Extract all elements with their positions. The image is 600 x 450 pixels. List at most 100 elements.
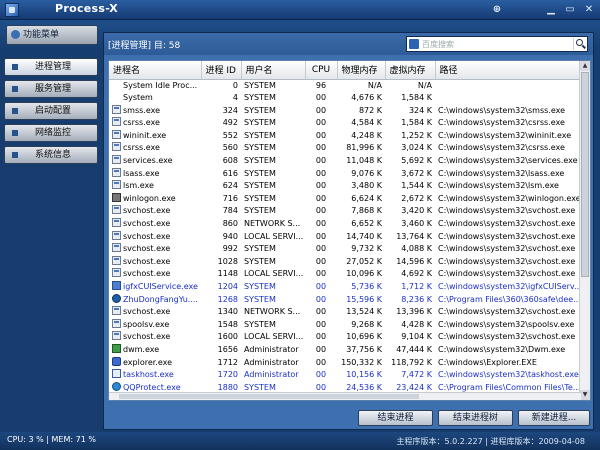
cell-vmem: 9,104 K xyxy=(401,332,432,342)
close-icon[interactable]: ✕ xyxy=(582,4,596,16)
cell-vmem: 47,444 K xyxy=(396,344,432,354)
search-icon[interactable] xyxy=(573,38,586,50)
cell-user: LOCAL SERVI... xyxy=(244,231,304,241)
horizontal-scrollbar[interactable] xyxy=(109,392,581,400)
table-row[interactable]: winlogon.exe 716 SYSTEM 00 6,624 K 2,672 K C:\… xyxy=(109,192,581,206)
table-row[interactable]: svchost.exe 940 LOCAL SERVI... 00 14,740 K 13… xyxy=(109,230,581,244)
hscroll-thumb[interactable] xyxy=(119,394,419,399)
vertical-scrollbar[interactable]: ▲ ▼ xyxy=(579,61,590,400)
col-header-user[interactable]: 用户名 xyxy=(241,61,306,80)
col-header-mem[interactable]: 物理内存 xyxy=(337,61,386,80)
scroll-down-icon[interactable]: ▼ xyxy=(580,390,590,400)
table-row[interactable]: ZhuDongFangYu.... 1268 SYSTEM 00 15,596 K 8,2… xyxy=(109,293,581,307)
cell-user: SYSTEM xyxy=(244,206,276,216)
col-header-name[interactable]: 进程名 xyxy=(109,61,202,80)
cell-cpu: 00 xyxy=(315,93,327,103)
cell-vmem: 8,236 K xyxy=(401,294,432,304)
table-row[interactable]: svchost.exe 1340 NETWORK S... 00 13,524 K 13,… xyxy=(109,306,581,319)
table-row[interactable]: dwm.exe 1656 Administrator 00 37,756 K 47,444… xyxy=(109,343,581,357)
table-row[interactable]: taskhost.exe 1720 Administrator 00 10,156 K 7… xyxy=(109,369,581,382)
col-header-vmem[interactable]: 虚拟内存 xyxy=(385,61,436,80)
process-name: lsass.exe xyxy=(123,168,160,178)
cell-cpu: 00 xyxy=(315,269,327,279)
cell-mem: 6,652 K xyxy=(351,219,382,229)
cell-vmem: 118,792 K xyxy=(391,357,432,367)
scroll-thumb[interactable] xyxy=(581,72,589,277)
table-row[interactable]: csrss.exe 492 SYSTEM 00 4,584 K 1,584 K C:\win… xyxy=(109,117,581,130)
end-process-button[interactable]: 结束进程 xyxy=(358,410,433,426)
cell-pid: 560 xyxy=(222,143,238,153)
cell-vmem: 4,428 K xyxy=(401,319,432,329)
col-header-path[interactable]: 路径 xyxy=(435,61,582,80)
square-icon xyxy=(12,152,18,158)
table-row[interactable]: spoolsv.exe 1548 SYSTEM 00 9,268 K 4,428 K C:\… xyxy=(109,318,581,332)
cell-pid: 1548 xyxy=(217,319,238,329)
sidebar-item-startup[interactable]: 启动配置 xyxy=(4,102,98,120)
end-process-tree-button[interactable]: 结束进程树 xyxy=(438,410,513,426)
cell-vmem: 1,544 K xyxy=(401,181,432,191)
cell-cpu: 00 xyxy=(315,181,327,191)
col-header-cpu[interactable]: CPU xyxy=(305,61,338,80)
function-menu-label: 功能菜单 xyxy=(23,30,60,40)
cell-vmem: 3,024 K xyxy=(401,143,432,153)
table-row[interactable]: igfxCUIService.exe 1204 SYSTEM 00 5,736 K 1,7… xyxy=(109,281,581,294)
table-row[interactable]: svchost.exe 1028 SYSTEM 00 27,052 K 14,596 K C… xyxy=(109,255,581,269)
exe-process-icon xyxy=(112,142,121,152)
table-row[interactable]: explorer.exe 1712 Administrator 00 150,332 K… xyxy=(109,356,581,370)
sidebar-item-network[interactable]: 网络监控 xyxy=(4,124,98,142)
search-input[interactable]: 百度搜索 xyxy=(406,36,588,52)
exe-process-icon xyxy=(112,117,121,127)
qq-process-icon xyxy=(112,381,121,391)
main-panel: [进程管理] 目: 58 百度搜索 进程名 进程 ID 用户名 CPU 物理内存… xyxy=(103,32,594,430)
table-row[interactable]: smss.exe 324 SYSTEM 00 872 K 324 K C:\windows\… xyxy=(109,104,581,118)
cell-user: SYSTEM xyxy=(244,156,276,166)
cell-pid: 0 xyxy=(232,80,238,90)
scroll-up-icon[interactable]: ▲ xyxy=(580,61,590,71)
process-name: winlogon.exe xyxy=(123,193,176,203)
cell-pid: 1204 xyxy=(217,282,238,291)
table-row[interactable]: lsass.exe 616 SYSTEM 00 9,076 K 3,672 K C:\win… xyxy=(109,167,581,181)
cell-cpu: 00 xyxy=(315,118,327,128)
table-row[interactable]: System Idle Proc... 0 SYSTEM 96 N/A N/A xyxy=(109,79,581,92)
cell-user: SYSTEM xyxy=(244,294,276,304)
table-row[interactable]: wininit.exe 552 SYSTEM 00 4,248 K 1,252 K C:\w… xyxy=(109,129,581,143)
cell-path: C:\windows\system32\svchost.exe xyxy=(438,219,576,229)
sidebar-item-process[interactable]: 进程管理 xyxy=(4,58,98,76)
function-menu-button[interactable]: 功能菜单 xyxy=(6,25,98,45)
cell-mem: 9,732 K xyxy=(351,244,382,254)
cell-name: dwm.exe xyxy=(109,343,201,357)
table-row[interactable]: svchost.exe 860 NETWORK S... 00 6,652 K 3,460… xyxy=(109,218,581,231)
cell-mem: N/A xyxy=(367,80,382,90)
cell-vmem: 5,692 K xyxy=(401,156,432,166)
table-row[interactable]: svchost.exe 1148 LOCAL SERVI... 00 10,096 K 4… xyxy=(109,268,581,281)
sidebar-item-sysinfo[interactable]: 系统信息 xyxy=(4,146,98,164)
pin-icon[interactable]: ⊕ xyxy=(490,4,504,16)
table-row[interactable]: csrss.exe 560 SYSTEM 00 81,996 K 3,024 K C:\wi… xyxy=(109,142,581,155)
new-process-button[interactable]: 新建进程... xyxy=(518,410,590,426)
cell-user: Administrator xyxy=(244,370,299,380)
restore-icon[interactable]: ▭ xyxy=(563,4,577,16)
cell-path: C:\windows\system32\lsm.exe xyxy=(438,181,559,191)
sidebar: 进程管理 服务管理 启动配置 网络监控 系统信息 xyxy=(4,58,98,168)
cell-vmem: 2,672 K xyxy=(401,193,432,203)
sidebar-item-services[interactable]: 服务管理 xyxy=(4,80,98,98)
table-row[interactable]: svchost.exe 1600 LOCAL SERVI... 00 10,696 K 9… xyxy=(109,331,581,344)
cell-path: C:\windows\system32\svchost.exe xyxy=(438,231,576,241)
cell-pid: 624 xyxy=(222,181,238,191)
cell-pid: 4 xyxy=(232,93,238,103)
cell-path: C:\windows\system32\lsass.exe xyxy=(438,168,565,178)
title-bar: Process-X ⊕ ▁ ▭ ✕ xyxy=(0,0,600,20)
minimize-icon[interactable]: ▁ xyxy=(544,4,558,16)
table-body: System Idle Proc... 0 SYSTEM 96 N/A N/A System… xyxy=(109,79,581,394)
cell-path: C:\windows\system32\spoolsv.exe xyxy=(438,319,575,329)
table-row[interactable]: services.exe 608 SYSTEM 00 11,048 K 5,692 K C:… xyxy=(109,155,581,168)
col-header-pid[interactable]: 进程 ID xyxy=(201,61,242,80)
table-row[interactable]: System 4 SYSTEM 00 4,676 K 1,584 K xyxy=(109,92,581,105)
table-row[interactable]: svchost.exe 992 SYSTEM 00 9,732 K 4,088 K C:\w… xyxy=(109,243,581,256)
table-row[interactable]: lsm.exe 624 SYSTEM 00 3,480 K 1,544 K C:\windo… xyxy=(109,180,581,193)
cell-mem: 7,868 K xyxy=(351,206,382,216)
cell-pid: 716 xyxy=(222,193,238,203)
cell-name: svchost.exe xyxy=(109,331,201,344)
table-row[interactable]: svchost.exe 784 SYSTEM 00 7,868 K 3,420 K C:\w… xyxy=(109,205,581,218)
sidebar-item-label: 服务管理 xyxy=(35,84,72,94)
